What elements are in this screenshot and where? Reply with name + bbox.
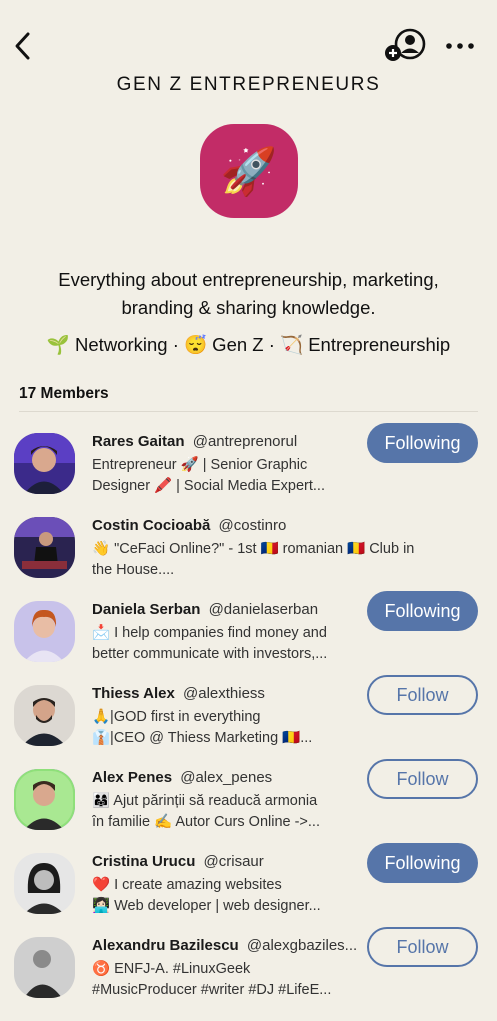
- member-bio-line: ♉ ENFJ-A. #LinuxGeek: [92, 961, 251, 977]
- divider: [19, 411, 478, 412]
- member-bio-line: 👨‍👩‍👧 Ajut părinții să readucă armonia: [92, 793, 318, 809]
- avatar[interactable]: [14, 937, 75, 998]
- avatar[interactable]: [14, 517, 75, 578]
- add-user-icon: [385, 28, 426, 61]
- member-row[interactable]: Thiess Alex @alexthiess 🙏|GOD first in e…: [0, 675, 497, 769]
- member-bio-line: ❤️ I create amazing websites: [92, 877, 282, 893]
- member-handle: @alexgbaziles...: [246, 937, 358, 954]
- member-handle: @costinro: [218, 517, 287, 534]
- club-logo: 🚀: [200, 124, 298, 218]
- invite-member-button[interactable]: [382, 28, 428, 64]
- member-bio-line: the House....: [92, 562, 175, 578]
- club-description: Everything about entrepreneurship, marke…: [30, 266, 467, 322]
- member-row[interactable]: Daniela Serban @danielaserban 📩 I help c…: [0, 591, 497, 685]
- back-button[interactable]: [10, 30, 36, 62]
- club-description-line: branding & sharing knowledge.: [121, 297, 376, 318]
- member-bio-line: 👔|CEO @ Thiess Marketing 🇷🇴...: [92, 730, 313, 746]
- member-name: Thiess Alex: [92, 685, 175, 702]
- member-bio-line: 🙏|GOD first in everything: [92, 709, 261, 725]
- member-bio: 🙏|GOD first in everything 👔|CEO @ Thiess…: [92, 707, 357, 749]
- more-options-button[interactable]: [444, 36, 476, 56]
- member-bio-line: 👩🏻‍💻 Web developer | web designer...: [92, 898, 321, 914]
- top-bar: [0, 0, 497, 70]
- member-name: Costin Cocioabă: [92, 517, 211, 534]
- member-bio-line: în familie ✍️ Autor Curs Online ->...: [92, 814, 320, 830]
- member-bio: 👨‍👩‍👧 Ajut părinții să readucă armonia î…: [92, 791, 357, 833]
- chevron-left-icon: [15, 32, 30, 60]
- member-bio-line: better communicate with investors,...: [92, 646, 328, 662]
- follow-button[interactable]: Follow: [367, 759, 478, 799]
- member-bio-line: 👋 "CeFaci Online?" - 1st 🇷🇴 romanian 🇷🇴 …: [92, 541, 415, 557]
- member-name: Alexandru Bazilescu: [92, 937, 239, 954]
- member-name: Alex Penes: [92, 769, 173, 786]
- members-count: 17 Members: [19, 385, 109, 402]
- member-name: Rares Gaitan: [92, 433, 185, 450]
- member-handle: @alexthiess: [183, 685, 265, 702]
- club-title: GEN Z ENTREPRENEURS: [116, 74, 381, 95]
- avatar[interactable]: [14, 433, 75, 494]
- member-handle: @antreprenorul: [192, 433, 298, 450]
- avatar[interactable]: [14, 685, 75, 746]
- member-bio-line: Entrepreneur 🚀 | Senior Graphic: [92, 457, 308, 473]
- member-bio: 👋 "CeFaci Online?" - 1st 🇷🇴 romanian 🇷🇴 …: [92, 539, 452, 581]
- avatar[interactable]: [14, 853, 75, 914]
- member-row[interactable]: Rares Gaitan @antreprenorul Entrepreneur…: [0, 423, 497, 517]
- member-bio-line: 📩 I help companies find money and: [92, 625, 327, 641]
- member-name: Cristina Urucu: [92, 853, 196, 870]
- member-name: Daniela Serban: [92, 601, 201, 618]
- member-handle: @crisaur: [203, 853, 264, 870]
- club-topics[interactable]: 🌱 Networking · 😴 Gen Z · 🏹 Entrepreneurs…: [0, 334, 497, 356]
- member-bio-line: #MusicProducer #writer #DJ #LifeE...: [92, 982, 332, 998]
- following-button[interactable]: Following: [367, 423, 478, 463]
- member-bio: 📩 I help companies find money and better…: [92, 623, 357, 665]
- member-bio: ❤️ I create amazing websites 👩🏻‍💻 Web de…: [92, 875, 357, 917]
- avatar[interactable]: [14, 601, 75, 662]
- follow-button[interactable]: Follow: [367, 927, 478, 967]
- follow-button[interactable]: Follow: [367, 675, 478, 715]
- avatar[interactable]: [14, 769, 75, 830]
- member-row[interactable]: Alex Penes @alex_penes 👨‍👩‍👧 Ajut părinț…: [0, 759, 497, 853]
- club-description-line: Everything about entrepreneurship, marke…: [58, 269, 439, 290]
- member-handle: @alex_penes: [180, 769, 273, 786]
- following-button[interactable]: Following: [367, 591, 478, 631]
- member-bio: ♉ ENFJ-A. #LinuxGeek #MusicProducer #wri…: [92, 959, 357, 1001]
- more-dots-icon: [446, 43, 474, 49]
- member-handle: @danielaserban: [208, 601, 319, 618]
- member-bio-line: Designer 🖍️ | Social Media Expert...: [92, 478, 325, 494]
- following-button[interactable]: Following: [367, 843, 478, 883]
- member-row[interactable]: Alexandru Bazilescu @alexgbaziles... ♉ E…: [0, 927, 497, 1021]
- rocket-icon: 🚀: [220, 144, 278, 197]
- member-row[interactable]: Cristina Urucu @crisaur ❤️ I create amaz…: [0, 843, 497, 937]
- member-row[interactable]: Costin Cocioabă @costinro 👋 "CeFaci Onli…: [0, 517, 497, 601]
- member-bio: Entrepreneur 🚀 | Senior Graphic Designer…: [92, 455, 357, 497]
